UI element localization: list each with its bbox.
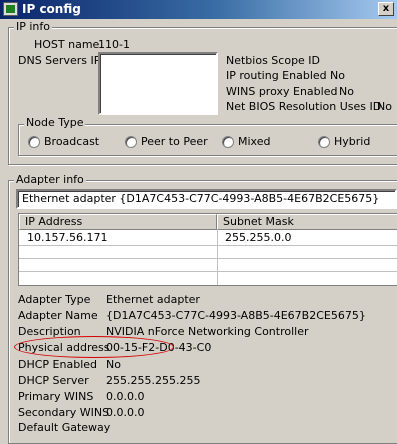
radio-circle-icon (125, 136, 137, 148)
radio-peer-to-peer-label: Peer to Peer (141, 135, 208, 148)
row-divider (19, 271, 397, 272)
radio-circle-icon (222, 136, 234, 148)
primary-wins-value: 0.0.0.0 (106, 390, 145, 403)
ip-address-list[interactable]: IP Address Subnet Mask 10.157.56.171 255… (18, 213, 397, 286)
wins-proxy-value: No (339, 85, 354, 98)
dhcp-enabled-value: No (106, 358, 121, 371)
radio-circle-icon (28, 136, 40, 148)
subnet-mask-cell: 255.255.0.0 (225, 231, 292, 244)
ip-info-title: IP info (14, 20, 53, 33)
window-title: IP config (22, 2, 81, 16)
radio-circle-icon (318, 136, 330, 148)
network-app-icon (3, 2, 18, 16)
highlight-ellipse (14, 336, 174, 358)
ip-routing-label: IP routing Enabled (226, 69, 327, 82)
dhcp-server-label: DHCP Server (18, 374, 89, 387)
wins-proxy-label: WINS proxy Enabled (226, 85, 338, 98)
adapter-type-label: Adapter Type (18, 293, 91, 306)
primary-wins-label: Primary WINS (18, 390, 94, 403)
host-name-label: HOST name (34, 38, 100, 51)
title-bar: IP config x (0, 0, 397, 19)
table-row[interactable]: 10.157.56.171 255.255.0.0 (19, 231, 397, 245)
row-divider (19, 245, 397, 246)
adapter-type-value: Ethernet adapter (106, 293, 200, 306)
netbios-resolution-label: Net BIOS Resolution Uses ID (226, 100, 382, 113)
column-header-ip-address[interactable]: IP Address (19, 214, 217, 230)
radio-hybrid-label: Hybrid (334, 135, 371, 148)
node-type-title: Node Type (24, 116, 86, 129)
column-header-subnet-mask[interactable]: Subnet Mask (217, 214, 397, 230)
ip-address-cell: 10.157.56.171 (27, 231, 108, 244)
close-button[interactable]: x (378, 2, 394, 16)
netbios-scope-label: Netbios Scope ID (226, 54, 321, 67)
adapter-info-title: Adapter info (14, 173, 86, 186)
default-gateway-label: Default Gateway (18, 421, 111, 434)
dhcp-server-value: 255.255.255.255 (106, 374, 201, 387)
radio-broadcast-label: Broadcast (44, 135, 100, 148)
secondary-wins-label: Secondary WINS (18, 406, 110, 419)
ip-routing-value: No (330, 69, 345, 82)
adapter-name-label: Adapter Name (18, 309, 98, 322)
dns-servers-label: DNS Servers IP (18, 54, 101, 67)
netbios-resolution-value: No (377, 100, 392, 113)
adapter-select[interactable]: Ethernet adapter {D1A7C453-C77C-4993-A8B… (16, 189, 397, 209)
adapter-select-value: Ethernet adapter {D1A7C453-C77C-4993-A8B… (22, 192, 380, 205)
row-divider (19, 258, 397, 259)
description-value: NVIDIA nForce Networking Controller (106, 325, 309, 338)
host-name-value: 110-1 (98, 38, 130, 51)
dhcp-enabled-label: DHCP Enabled (18, 358, 98, 371)
dns-servers-list[interactable] (98, 52, 218, 115)
radio-mixed-label: Mixed (238, 135, 271, 148)
adapter-name-value: {D1A7C453-C77C-4993-A8B5-4E67B2CE5675} (106, 309, 366, 322)
secondary-wins-value: 0.0.0.0 (106, 406, 145, 419)
